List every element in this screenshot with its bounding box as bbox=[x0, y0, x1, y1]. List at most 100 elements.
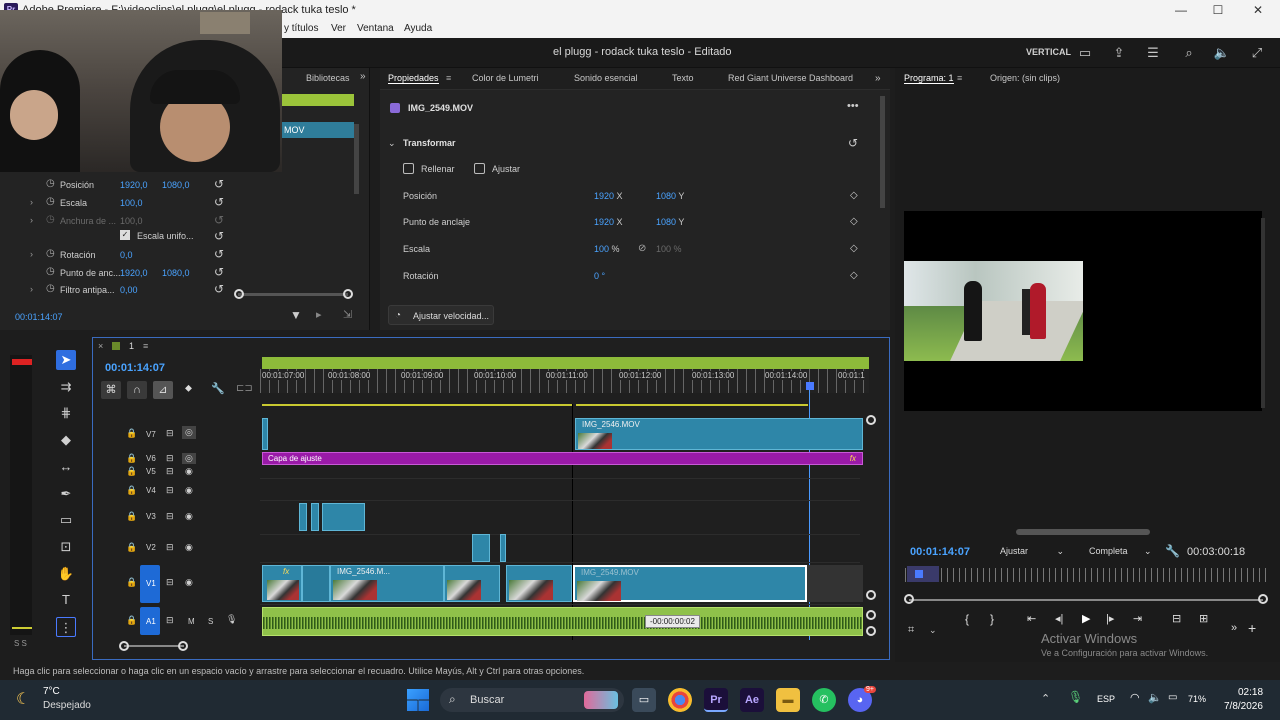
tab-texto[interactable]: Texto bbox=[672, 73, 694, 83]
prop-posicion-y[interactable]: 1080 Y bbox=[656, 191, 684, 201]
value-x[interactable]: 1920,0 bbox=[120, 268, 148, 278]
transform-section-title[interactable]: Transformar bbox=[403, 138, 456, 148]
volume-tray-icon[interactable]: 🔈 bbox=[1148, 691, 1162, 704]
stopwatch-icon[interactable]: ◷ bbox=[46, 283, 55, 294]
add-marker-icon[interactable]: ⬥ bbox=[185, 383, 192, 394]
weather-desc[interactable]: Despejado bbox=[43, 700, 91, 711]
captions-icon[interactable]: ⊏⊐ bbox=[236, 383, 253, 394]
rectangle-tool-icon[interactable]: ▭ bbox=[56, 510, 76, 530]
h-scroll-handle[interactable] bbox=[119, 641, 129, 651]
program-scrollbar[interactable] bbox=[1261, 218, 1265, 408]
stopwatch-icon[interactable]: ◷ bbox=[46, 178, 55, 189]
extract-icon[interactable]: ⊞ bbox=[1199, 612, 1208, 625]
go-to-out-icon[interactable]: ⇥ bbox=[1133, 612, 1142, 625]
meter-solo-labels[interactable]: S S bbox=[14, 639, 27, 648]
mark-out-icon[interactable]: } bbox=[990, 612, 994, 626]
expand-arrow-icon[interactable]: › bbox=[30, 197, 33, 207]
value-y[interactable]: 1080,0 bbox=[162, 268, 190, 278]
timeline-settings-wrench-icon[interactable]: 🔧 bbox=[211, 382, 225, 395]
eye-off-icon[interactable]: ◎ bbox=[182, 453, 196, 464]
more-panels-icon[interactable]: » bbox=[360, 71, 366, 82]
clip-v7-img2546[interactable]: IMG_2546.MOV bbox=[575, 418, 863, 450]
program-timecode[interactable]: 00:01:14:07 bbox=[910, 546, 970, 558]
menu-lines-icon[interactable]: ☰ bbox=[1144, 44, 1162, 62]
sync-lock-icon[interactable]: ⊟ bbox=[166, 466, 174, 477]
selection-tool-icon[interactable]: ➤ bbox=[56, 350, 76, 370]
lock-icon[interactable]: 🔒 bbox=[126, 511, 137, 522]
stopwatch-icon[interactable]: ◷ bbox=[46, 196, 55, 207]
eye-icon[interactable]: ◉ bbox=[185, 485, 193, 496]
reset-icon[interactable]: ↺ bbox=[214, 195, 224, 209]
menu-titulos[interactable]: y títulos bbox=[284, 23, 318, 34]
timeline-h-scroll[interactable] bbox=[124, 645, 184, 647]
v-scroll-handle[interactable] bbox=[866, 590, 876, 600]
keyframe-diamond-icon[interactable]: ◇ bbox=[850, 190, 858, 201]
sequence-tab[interactable]: 1 bbox=[129, 341, 134, 351]
wifi-icon[interactable]: ◠ bbox=[1130, 691, 1140, 704]
ripple-edit-tool-icon[interactable]: ⋕ bbox=[56, 403, 76, 423]
v-scroll-handle[interactable] bbox=[866, 415, 876, 425]
track-name[interactable]: V1 bbox=[146, 579, 156, 588]
tray-chevron-up-icon[interactable]: ⌃ bbox=[1041, 692, 1050, 705]
clip-v7-small[interactable] bbox=[262, 418, 268, 450]
sequence-menu-icon[interactable]: ≡ bbox=[143, 341, 148, 351]
eye-off-icon[interactable]: ◎ bbox=[182, 426, 196, 439]
value-x[interactable]: 1920,0 bbox=[120, 180, 148, 190]
language-indicator[interactable]: ESP bbox=[1097, 694, 1115, 704]
clip-v3[interactable] bbox=[311, 503, 319, 531]
eye-icon[interactable]: ◉ bbox=[185, 466, 193, 477]
lock-icon[interactable]: 🔒 bbox=[126, 485, 137, 496]
tab-programa[interactable]: Programa: 1 bbox=[904, 73, 954, 84]
section-reset-icon[interactable]: ↺ bbox=[848, 136, 858, 150]
whatsapp-icon[interactable]: ✆ bbox=[812, 688, 836, 712]
scroll-handle-right[interactable] bbox=[343, 289, 353, 299]
menu-ayuda[interactable]: Ayuda bbox=[404, 23, 432, 34]
timeline-timecode[interactable]: 00:01:14:07 bbox=[105, 362, 165, 374]
fill-icon[interactable] bbox=[403, 163, 414, 174]
adjustment-layer-clip[interactable]: Capa de ajuste fx bbox=[262, 452, 863, 465]
step-back-icon[interactable]: ◂| bbox=[1055, 612, 1063, 625]
selected-clip-strip[interactable]: MOV bbox=[282, 122, 354, 138]
clip-v3[interactable] bbox=[299, 503, 307, 531]
expand-arrow-icon[interactable]: › bbox=[30, 284, 33, 294]
crop-tool-icon[interactable]: ⊡ bbox=[56, 537, 76, 557]
clip-v2[interactable] bbox=[500, 534, 506, 562]
track-name[interactable]: A1 bbox=[146, 617, 156, 626]
clip-v2[interactable] bbox=[472, 534, 490, 562]
reset-icon[interactable]: ↺ bbox=[214, 229, 224, 243]
eye-icon[interactable]: ◉ bbox=[185, 511, 193, 522]
clock-time[interactable]: 02:18 bbox=[1238, 687, 1263, 698]
clip-v1[interactable]: fx bbox=[262, 565, 302, 602]
value[interactable]: 0,00 bbox=[120, 285, 138, 295]
play-only-icon[interactable]: ▸ bbox=[316, 308, 322, 321]
clip-v1[interactable] bbox=[302, 565, 330, 602]
properties-scrollbar[interactable] bbox=[880, 96, 885, 208]
tab-bibliotecas[interactable]: Bibliotecas bbox=[306, 73, 350, 83]
a-scroll-handle[interactable] bbox=[866, 626, 876, 636]
work-area-bar[interactable] bbox=[262, 357, 869, 369]
auto-reframe-tool-icon[interactable]: ⋮ bbox=[56, 617, 76, 637]
keyframe-diamond-icon[interactable]: ◇ bbox=[850, 243, 858, 254]
sync-lock-icon[interactable]: ⊟ bbox=[166, 615, 174, 626]
chrome-icon[interactable] bbox=[668, 688, 692, 712]
menu-ver[interactable]: Ver bbox=[331, 23, 346, 34]
share-icon[interactable]: ⇪ bbox=[1110, 44, 1128, 62]
battery-percent[interactable]: 71% bbox=[1188, 694, 1206, 704]
collapse-arrow-icon[interactable]: ⌄ bbox=[388, 138, 396, 149]
step-forward-icon[interactable]: |▸ bbox=[1106, 612, 1114, 625]
reset-icon[interactable]: ↺ bbox=[214, 177, 224, 191]
clip-v1[interactable] bbox=[506, 565, 572, 602]
lock-icon[interactable]: 🔒 bbox=[126, 577, 137, 588]
hand-tool-icon[interactable]: ✋ bbox=[56, 564, 76, 584]
program-menu-icon[interactable]: ≡ bbox=[957, 73, 962, 83]
quality-dropdown[interactable]: Completa ⌄ bbox=[1089, 546, 1152, 557]
volume-icon[interactable]: 🔈 bbox=[1213, 44, 1231, 62]
weather-temp[interactable]: 7°C bbox=[43, 686, 60, 697]
stopwatch-icon[interactable]: ◷ bbox=[46, 266, 55, 277]
expand-arrow-icon[interactable]: › bbox=[30, 249, 33, 259]
reset-icon[interactable]: ↺ bbox=[214, 282, 224, 296]
solo-button[interactable]: S bbox=[208, 617, 213, 626]
program-ruler[interactable] bbox=[905, 568, 1269, 582]
clip-v1-img2546[interactable]: IMG_2546.M... bbox=[330, 565, 444, 602]
zoom-handle-left[interactable] bbox=[904, 594, 914, 604]
